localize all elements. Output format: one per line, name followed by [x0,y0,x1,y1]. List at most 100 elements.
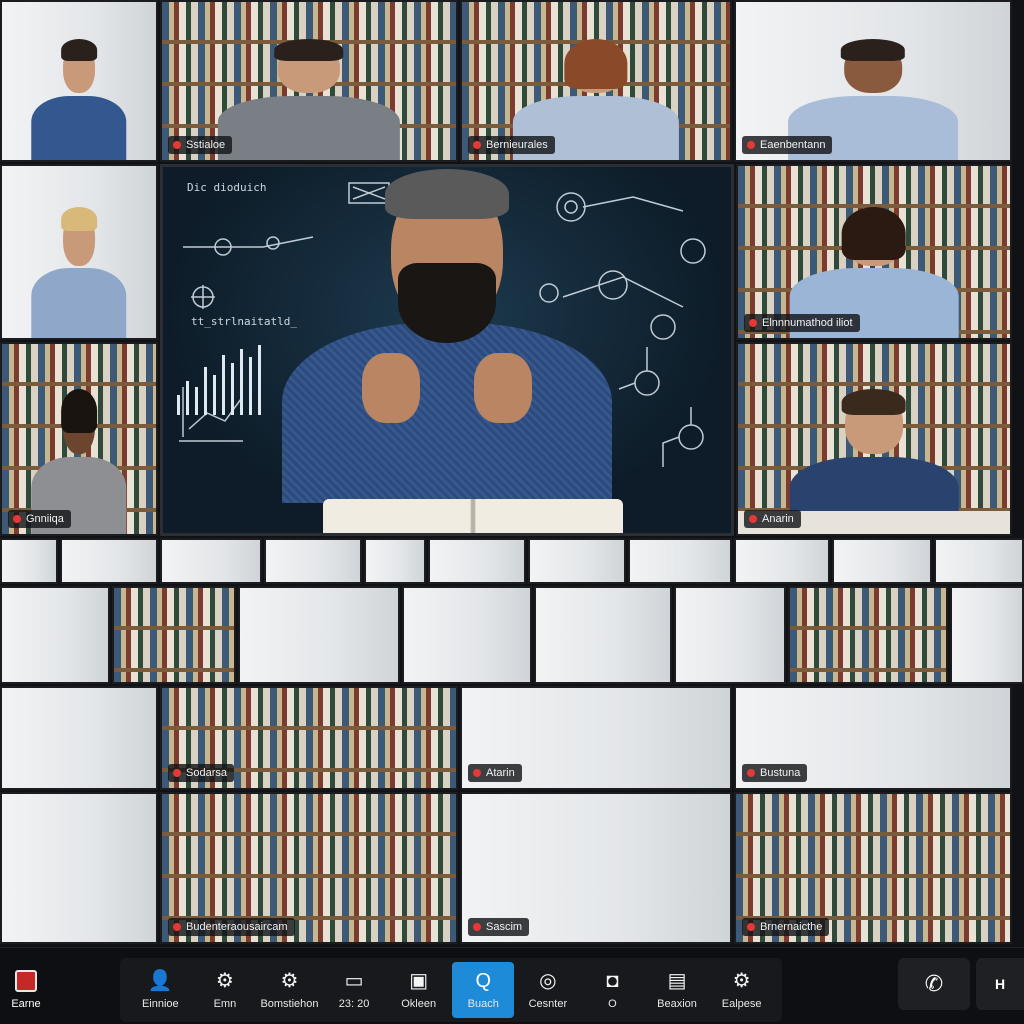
gear-icon: ⚙ [215,970,234,992]
mic-muted-icon [473,769,481,777]
participant-tile[interactable]: Anarin [736,342,1012,536]
participant-tile[interactable]: Brnernaicthe [734,792,1012,944]
call-button[interactable]: ✆ [898,958,970,1010]
participant-name-tag: Elnnnumathod iliot [744,314,860,332]
toolbar-button-label: 23: 20 [338,998,370,1010]
participant-tile[interactable] [0,686,158,790]
screen-icon: ▣ [409,970,429,992]
mic-muted-icon [473,141,481,149]
gear-icon: ⚙ [732,970,751,992]
toolbar-controls: 👤 Einnioe ⚙ Emn ⚙ Bomstiehon ▭ 23: 20 ▣ Okleen Q Bu… [120,958,782,1022]
participant-tile[interactable]: Sodarsa [160,686,458,790]
participant-thumbnail[interactable] [628,538,732,584]
participant-name-tag: Sascim [468,918,530,936]
mic-muted-icon [747,141,755,149]
participant-name-tag: Eaenbentann [742,136,833,154]
record-button[interactable]: Earne [0,958,52,1022]
search-icon: Q [475,970,492,992]
participant-name: Elnnnumathod iliot [762,317,853,329]
participant-tile[interactable]: Gnniiqa [0,342,158,536]
toolbar-button-label: Okleen [401,998,437,1010]
participant-tile[interactable] [0,164,158,340]
toolbar-button-0[interactable]: 👤 Einnioe [129,962,191,1018]
participant-tile[interactable] [674,586,786,684]
toolbar-button-1[interactable]: ⚙ Emn [194,962,256,1018]
toolbar-button-3[interactable]: ▭ 23: 20 [323,962,385,1018]
participant-thumbnail[interactable] [0,538,58,584]
participant-name-tag: Sodarsa [168,764,234,782]
participant-name: Sascim [486,921,523,933]
toolbar-button-8[interactable]: ▤ Beaxion [646,962,708,1018]
participant-tile[interactable] [534,586,672,684]
participant-tile[interactable] [238,586,400,684]
participant-thumbnail[interactable] [934,538,1024,584]
participant-name: Bustuna [760,767,801,779]
toolbar-button-label: Ealpese [721,998,762,1010]
toolbar-button-label: Beaxion [657,998,697,1010]
participant-name-tag: Bustuna [742,764,808,782]
mic-muted-icon [173,141,181,149]
participant-tile[interactable] [788,586,948,684]
spiral-icon: ◎ [539,970,557,992]
toolbar-button-9[interactable]: ⚙ Ealpese [711,962,773,1018]
toolbar-button-label: O [608,998,617,1010]
toolbar-button-label: Cesnter [528,998,568,1010]
speaker-figure [282,167,612,503]
mic-muted-icon [749,515,757,523]
participant-tile[interactable] [950,586,1024,684]
participant-video [31,204,127,338]
participant-thumbnail[interactable] [528,538,626,584]
participant-tile[interactable]: Sascim [460,792,732,944]
toolbar-button-4[interactable]: ▣ Okleen [388,962,450,1018]
participant-name-tag: Sstialoe [168,136,233,154]
toolbar-button-2[interactable]: ⚙ Bomstiehon [258,962,320,1018]
toolbar-button-label: Emn [213,998,237,1010]
record-icon [15,970,37,992]
participant-thumbnail[interactable] [160,538,262,584]
participant-tile[interactable]: Bernieurales [460,0,732,162]
participant-tile[interactable]: Budenteraousaircam [160,792,458,944]
participant-thumbnail[interactable] [832,538,932,584]
participant-tile[interactable]: Atarin [460,686,732,790]
participant-tile[interactable]: Bustuna [734,686,1012,790]
phone-icon: ✆ [924,971,944,996]
participant-tile[interactable] [0,586,110,684]
participant-tile[interactable]: Elnnnumathod iliot [736,164,1012,340]
participant-tile[interactable] [0,0,158,162]
mic-muted-icon [747,923,755,931]
meeting-toolbar: Earne 👤 Einnioe ⚙ Emn ⚙ Bomstiehon ▭ 23: 20 ▣ Okl… [0,947,1024,1024]
participant-thumbnail[interactable] [428,538,526,584]
participant-video [31,37,127,160]
mic-muted-icon [173,769,181,777]
participant-tile[interactable]: Eaenbentann [734,0,1012,162]
active-speaker-video[interactable]: Dic dioduich tt_strlnaitatld_ [160,164,734,536]
participant-name: Budenteraousaircam [186,921,288,933]
toolbar-button-5[interactable]: Q Buach [452,962,515,1018]
record-label: Earne [11,998,41,1010]
participant-name: Eaenbentann [760,139,826,151]
participant-name: Sstialoe [186,139,226,151]
participant-name-tag: Atarin [468,764,522,782]
participant-thumbnail[interactable] [734,538,830,584]
participant-tile[interactable]: Sstialoe [160,0,458,162]
mic-muted-icon [473,923,481,931]
participant-tile[interactable] [112,586,236,684]
video-conference-window: Sstialoe Bernieurales Eaenbentann Gnniiq… [0,0,1024,1024]
participant-thumbnail[interactable] [364,538,426,584]
participant-thumbnail[interactable] [264,538,362,584]
toolbar-button-6[interactable]: ◎ Cesnter [517,962,579,1018]
participant-name: Anarin [762,513,794,525]
toolbar-button-label: Buach [467,998,499,1010]
participant-thumbnail[interactable] [60,538,158,584]
gear-icon: ⚙ [280,970,299,992]
participant-tile[interactable] [0,792,158,944]
mic-muted-icon [749,319,757,327]
window-icon: ▤ [667,970,687,992]
more-label: H [994,976,1006,992]
toolbar-button-7[interactable]: ◘ O [581,962,643,1018]
participant-name: Bernieurales [486,139,548,151]
more-button[interactable]: H [976,958,1024,1010]
open-book [323,499,623,533]
participant-tile[interactable] [402,586,532,684]
participant-name-tag: Brnernaicthe [742,918,830,936]
